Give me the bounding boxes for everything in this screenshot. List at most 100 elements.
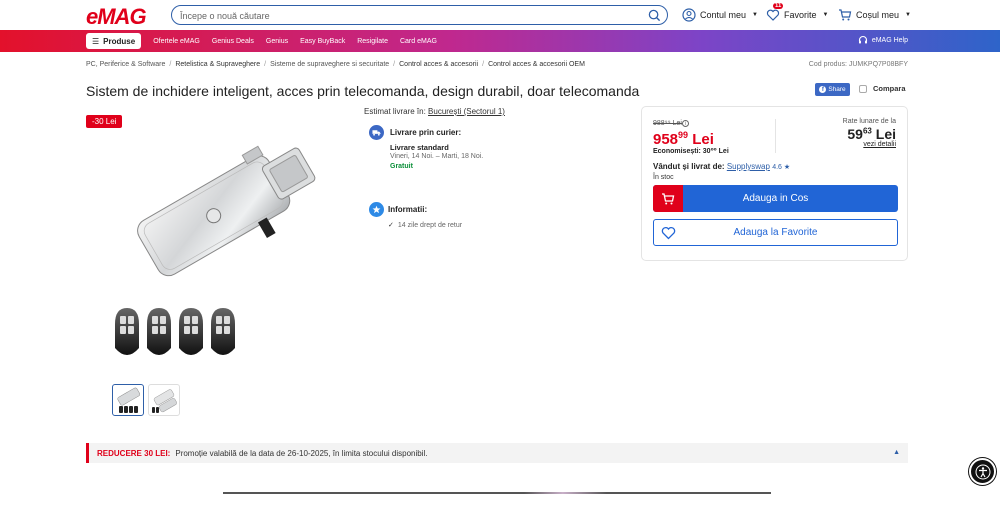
main-navbar: ☰ Produse Ofertele eMAG Genius Deals Gen… — [0, 30, 1000, 52]
seller-name-link[interactable]: Supplyswap — [727, 162, 770, 171]
add-to-cart-button[interactable]: Adauga in Cos — [653, 185, 898, 212]
return-label: 14 zile drept de retur — [397, 221, 463, 229]
chevron-down-icon: ▼ — [822, 12, 829, 18]
current-price: 95899 Lei — [653, 130, 714, 148]
thumbnail-1[interactable] — [112, 384, 144, 416]
breadcrumb-item[interactable]: Retelistica & Supraveghere — [175, 61, 260, 68]
remote-fobs — [115, 308, 235, 355]
search-input[interactable] — [180, 8, 640, 23]
divider — [775, 119, 776, 153]
installment-details-link[interactable]: vezi detalii — [863, 141, 896, 148]
nav-link-card-emag[interactable]: Card eMAG — [394, 33, 443, 49]
breadcrumb-item[interactable]: Control acces & accesorii OEM — [488, 61, 585, 68]
price-main: 958 — [653, 131, 679, 148]
price-decimals: 99 — [678, 130, 689, 140]
old-price: 988⁹⁹ Lei — [653, 120, 682, 127]
cart-menu[interactable]: Coșul meu ▼ — [838, 8, 911, 22]
facebook-share-button[interactable]: f Share — [815, 83, 850, 96]
share-label: Share — [828, 86, 846, 93]
truck-icon — [369, 125, 384, 140]
heart-icon — [661, 226, 676, 240]
chevron-up-icon[interactable]: ▲ — [893, 449, 900, 456]
emag-logo[interactable]: eMAG — [86, 4, 147, 30]
discount-badge: -30 Lei — [86, 115, 123, 128]
installment-value: 5963 Lei — [847, 126, 896, 142]
favorites-count-badge: 11 — [773, 3, 784, 9]
courier-title: Livrare prin curier: — [390, 128, 462, 137]
seller-rating: 4.6 ★ — [772, 164, 791, 171]
return-policy: ✓ 14 zile drept de retur — [388, 221, 463, 230]
hamburger-icon: ☰ — [92, 36, 100, 46]
delivery-dates: Vineri, 14 Noi. – Marti, 18 Noi. — [390, 153, 484, 160]
facebook-icon: f — [819, 86, 827, 93]
chevron-down-icon: ▼ — [752, 12, 758, 18]
installment-currency: Lei — [875, 126, 896, 142]
breadcrumb-separator: / — [169, 61, 172, 68]
installments-label: Rate lunare de la — [842, 118, 896, 125]
standard-delivery-label: Livrare standard — [390, 143, 449, 152]
stock-status: În stoc — [653, 174, 674, 181]
heart-icon: 11 — [766, 3, 784, 22]
add-to-favorites-button[interactable]: Adauga la Favorite — [653, 219, 898, 246]
breadcrumb-item[interactable]: Sisteme de supraveghere si securitate — [270, 61, 389, 68]
product-code: Cod produs: JUMKPQ7P08BFY — [808, 61, 908, 68]
section-divider — [223, 492, 771, 494]
info-icon[interactable]: i — [682, 120, 689, 127]
thumbnail-2[interactable] — [148, 384, 180, 416]
savings-label: Economisești: 30⁰⁰ Lei — [653, 148, 729, 155]
help-label: eMAG Help — [871, 36, 908, 44]
free-delivery-label: Gratuit — [390, 163, 413, 170]
compare-checkbox[interactable] — [859, 84, 867, 93]
product-title: Sistem de inchidere inteligent, acces pr… — [86, 83, 640, 99]
add-to-favorites-label: Adauga la Favorite — [733, 227, 818, 238]
estimate-label: Estimat livrare în: — [364, 107, 426, 116]
breadcrumb-separator: / — [264, 61, 267, 68]
products-menu-button[interactable]: ☰ Produse — [86, 33, 142, 49]
nav-link-ofertele[interactable]: Ofertele eMAG — [147, 33, 206, 49]
search-bar[interactable] — [171, 5, 668, 25]
seller-prefix: Vândut și livrat de: — [653, 162, 725, 171]
thumbnail-strip — [112, 384, 180, 416]
site-header: eMAG Contul meu ▼ 11 Favorite ▼ Coșul meu ▼ — [0, 0, 1000, 30]
breadcrumb-item[interactable]: Control acces & accesorii — [399, 61, 478, 68]
installment-decimals: 63 — [862, 126, 872, 136]
delivery-estimate: Estimat livrare în: București (Sectorul … — [364, 107, 505, 116]
promo-text: Promoție valabilă de la data de 26-10-20… — [175, 448, 428, 458]
price-currency: Lei — [692, 131, 714, 148]
info-title: Informatii: — [388, 205, 428, 214]
breadcrumb-separator: / — [393, 61, 396, 68]
add-to-cart-label: Adauga in Cos — [742, 193, 809, 204]
price-box: 988⁹⁹ Lei i 95899 Lei Economisești: 30⁰⁰… — [641, 106, 908, 261]
breadcrumb: PC, Periferice & Software / Retelistica &… — [86, 61, 585, 68]
account-menu[interactable]: Contul meu ▼ — [682, 8, 758, 22]
search-icon[interactable] — [648, 9, 661, 22]
user-icon — [682, 8, 696, 22]
help-link[interactable]: eMAG Help — [858, 35, 908, 45]
cart-icon — [839, 9, 852, 21]
accessibility-icon — [975, 464, 990, 479]
breadcrumb-item[interactable]: PC, Periferice & Software — [86, 61, 165, 68]
compare-toggle[interactable]: Compara — [859, 84, 906, 93]
favorites-menu[interactable]: 11 Favorite ▼ — [766, 3, 829, 22]
favorites-label: Favorite — [784, 10, 817, 20]
star-badge-icon — [369, 202, 384, 217]
headset-icon — [858, 35, 867, 44]
nav-link-easy-buyback[interactable]: Easy BuyBack — [294, 33, 351, 49]
check-icon: ✓ — [388, 222, 394, 229]
nav-link-genius[interactable]: Genius — [260, 33, 294, 49]
seller-info: Vândut și livrat de: Supplyswap 4.6 ★ — [653, 162, 790, 171]
products-label: Produse — [103, 36, 136, 46]
product-image[interactable] — [105, 138, 335, 368]
promo-banner[interactable]: REDUCERE 30 LEI: Promoție valabilă de la… — [86, 443, 908, 463]
accessibility-button[interactable] — [969, 458, 996, 485]
breadcrumb-separator: / — [482, 61, 485, 68]
nav-link-genius-deals[interactable]: Genius Deals — [206, 33, 260, 49]
nav-link-resigilate[interactable]: Resigilate — [351, 33, 394, 49]
cart-label: Coșul meu — [856, 10, 900, 20]
promo-label: REDUCERE 30 LEI: — [97, 448, 171, 458]
chevron-down-icon: ▼ — [905, 12, 911, 18]
delivery-location-link[interactable]: București (Sectorul 1) — [428, 107, 505, 116]
compare-label: Compara — [873, 84, 906, 93]
cart-plus-icon — [653, 185, 683, 212]
account-label: Contul meu — [700, 10, 747, 20]
